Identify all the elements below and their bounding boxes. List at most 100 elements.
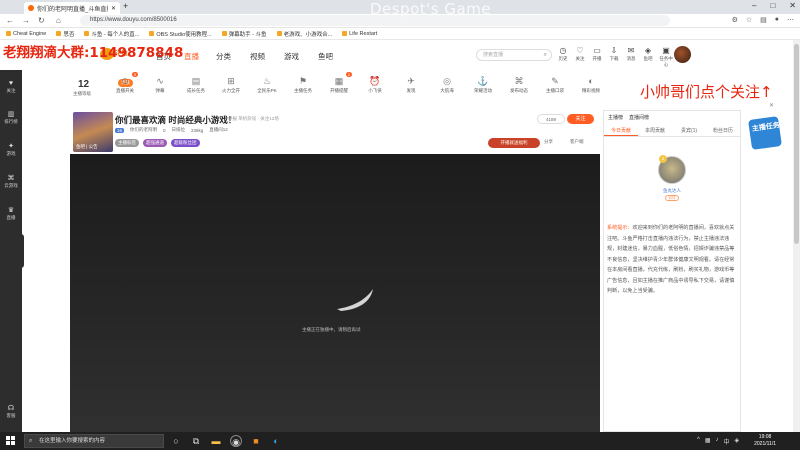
forward-button[interactable]: → — [22, 16, 30, 25]
rank-front-button[interactable]: 前排 — [665, 195, 679, 201]
nav-live[interactable]: 直播 — [184, 51, 199, 62]
file-explorer-icon[interactable]: ▬ — [210, 435, 222, 447]
toolbar-item[interactable]: ⏰ 小飞侠 — [360, 75, 390, 94]
start-live-button[interactable]: ▭ 开播 — [590, 46, 604, 62]
scrollbar-thumb[interactable] — [794, 44, 799, 244]
room-rank-tab[interactable]: 直播间榜 — [629, 114, 649, 121]
fan-club-tag[interactable]: 超级粉丝团 — [171, 139, 200, 147]
messages-button[interactable]: ✉ 消息 — [624, 46, 638, 62]
close-tab-icon[interactable]: ✕ — [111, 5, 116, 12]
yuba-button[interactable]: ◈ 鱼吧 — [641, 46, 655, 62]
taskbar-search-input[interactable]: ⌕ 在这里输入你要搜索的内容 — [24, 434, 164, 448]
search-input[interactable]: 搜索直播 ⌕ — [476, 49, 552, 61]
bookmark-item[interactable]: 斗鱼 - 每个人的直... — [84, 30, 139, 38]
collections-icon[interactable]: ▤ — [760, 16, 767, 24]
history-button[interactable]: ◷ 历史 — [556, 46, 570, 62]
room-thumbnail[interactable]: 鱼吧 | 公告 — [73, 112, 113, 152]
bookmark-item[interactable]: OBS Studio使用教程... — [149, 30, 212, 38]
profile-icon[interactable]: ● — [775, 16, 779, 24]
windows-taskbar: ⌕ 在这里输入你要搜索的内容 ○ ⧉ ▬ ◉ ■ ◐ ^ ▦ ♪ 中 ◈ 19:0… — [0, 432, 800, 450]
nav-video[interactable]: 视频 — [250, 51, 265, 62]
toolbar-item[interactable]: ◎ 大航海 — [432, 75, 462, 94]
toolbar-item[interactable]: ⌘ 发布动态 — [504, 75, 534, 94]
chart-icon: ▤ — [191, 76, 201, 86]
tab-vip[interactable]: 贵宾(1) — [672, 126, 706, 136]
user-avatar[interactable] — [674, 46, 691, 63]
nav-game[interactable]: 游戏 — [284, 51, 299, 62]
headset-icon: ☊ — [7, 405, 15, 412]
bookmark-item[interactable]: 思否 — [56, 30, 74, 38]
toolbar-item[interactable]: ✎ 主播口袋 — [540, 75, 570, 94]
new-tab-button[interactable]: + — [123, 1, 128, 11]
cortana-icon[interactable]: ○ — [170, 435, 182, 447]
bookmark-item[interactable]: Cheat Engine — [6, 31, 46, 37]
toolbar-item[interactable]: ✈ 发现 — [396, 75, 426, 94]
close-window-button[interactable]: ✕ — [789, 1, 796, 10]
menu-icon[interactable]: ⋯ — [787, 16, 794, 24]
edge-icon[interactable]: ◐ — [270, 435, 282, 447]
back-button[interactable]: ← — [6, 16, 14, 25]
promo-close-icon[interactable]: ✕ — [769, 102, 774, 109]
system-notice: 系统提示：欢迎来到你们的老阿明的直播间，喜欢就点关注吧。斗鱼严格打击直播内违法行… — [607, 223, 737, 297]
sidebar-collapse-handle[interactable] — [18, 234, 24, 268]
home-button[interactable]: ⌂ — [56, 16, 61, 25]
toolbar-item[interactable]: ⚑ 主播任务 — [288, 75, 318, 94]
volume-icon[interactable]: ♪ — [716, 437, 719, 446]
network-icon[interactable]: ▦ — [705, 437, 711, 446]
toolbar-item[interactable]: ⚓ 荣耀活动 — [468, 75, 498, 94]
anchor-name[interactable]: 你们的老阿明 — [130, 127, 157, 133]
task-view-icon[interactable]: ⧉ — [190, 435, 202, 447]
toolbar-item[interactable]: ⊞ 火力全开 — [216, 75, 246, 94]
toolbar-item[interactable]: ♨ 全民乐PK — [252, 75, 282, 94]
share-button[interactable]: 分享 — [544, 139, 553, 145]
sidebar-item-follow[interactable]: ♥ 关注 — [0, 80, 22, 94]
anchor-tag[interactable]: 主播标签 — [115, 139, 139, 147]
rank-user-name[interactable]: 鱼丸达人 — [604, 188, 740, 194]
follow-header-button[interactable]: ♡ 关注 — [573, 46, 587, 62]
obs-icon[interactable]: ◉ — [230, 435, 242, 447]
ime-icon[interactable]: 中 — [724, 437, 730, 446]
taskbar-clock[interactable]: 19:08 2021/11/1 — [754, 434, 776, 448]
follow-button[interactable]: 关注 — [567, 114, 594, 124]
room-meta[interactable]: 举报 单机杂谈 · 关注12场 — [228, 116, 279, 122]
bookmark-item[interactable]: Life Restart — [342, 31, 377, 37]
channel-tag[interactable]: 超强通道 — [143, 139, 167, 147]
task-promo-badge[interactable]: 主播任务 — [748, 116, 782, 152]
camera-icon: ▭ — [593, 46, 601, 55]
tray-arrow-icon[interactable]: ^ — [697, 437, 700, 446]
search-icon[interactable]: ⌕ — [544, 50, 547, 60]
task-center-button[interactable]: ▣ 任务中心 — [658, 46, 674, 68]
tab-week[interactable]: 本周贡献 — [638, 126, 672, 136]
browser-tab[interactable]: 你们的老阿明直播_斗鱼直播 ✕ — [24, 2, 120, 14]
download-button[interactable]: ⇩ 下载 — [607, 46, 621, 62]
bookmark-item[interactable]: 弹幕助手 - 斗鱼 — [221, 30, 267, 38]
toolbar-item[interactable]: ▤ 成长任务 — [181, 75, 211, 94]
nav-category[interactable]: 分类 — [216, 51, 231, 62]
refresh-button[interactable]: ↻ — [38, 16, 45, 25]
toolbar-item[interactable]: ▦ 开播提醒 2 — [324, 72, 354, 94]
start-button[interactable] — [6, 436, 16, 446]
toolbar-item[interactable]: ◐ 精彩视频 — [576, 75, 606, 94]
sidebar-item-cloud-game[interactable]: ⌘ 云游戏 — [0, 174, 22, 189]
toolbar-item[interactable]: ⊙ 直播开关 3 — [110, 72, 140, 94]
douyu-app-icon[interactable]: ■ — [250, 435, 262, 447]
nav-yuba[interactable]: 鱼吧 — [318, 51, 333, 62]
sidebar-item-rank[interactable]: ▥ 排行榜 — [0, 110, 22, 125]
sidebar-item-live[interactable]: ♛ 直播 — [0, 206, 22, 221]
tab-today[interactable]: 今日贡献 — [604, 126, 638, 136]
toolbar-item[interactable]: ∿ 弹幕 — [145, 75, 175, 94]
favorites-icon[interactable]: ☆ — [746, 16, 752, 24]
bookmark-item[interactable]: 老游戏、小游戏合... — [276, 30, 332, 38]
page-scrollbar[interactable] — [793, 40, 800, 432]
client-button[interactable]: 客户端 — [570, 139, 584, 145]
minimize-button[interactable]: – — [752, 1, 756, 10]
sidebar-item-support[interactable]: ☊ 客服 — [0, 404, 22, 419]
maximize-button[interactable]: □ — [770, 1, 775, 10]
sidebar-item-game[interactable]: ✦ 游戏 — [0, 142, 22, 157]
welfare-pill[interactable]: 开播就送福利 — [488, 138, 540, 148]
anchor-rank-tab[interactable]: 主播榜 — [608, 114, 623, 121]
heart-icon: ♡ — [576, 46, 584, 55]
tab-fan-calendar[interactable]: 粉丝日历 — [706, 126, 740, 136]
extensions-icon[interactable]: ⚙ — [732, 16, 738, 24]
security-icon[interactable]: ◈ — [735, 437, 740, 446]
